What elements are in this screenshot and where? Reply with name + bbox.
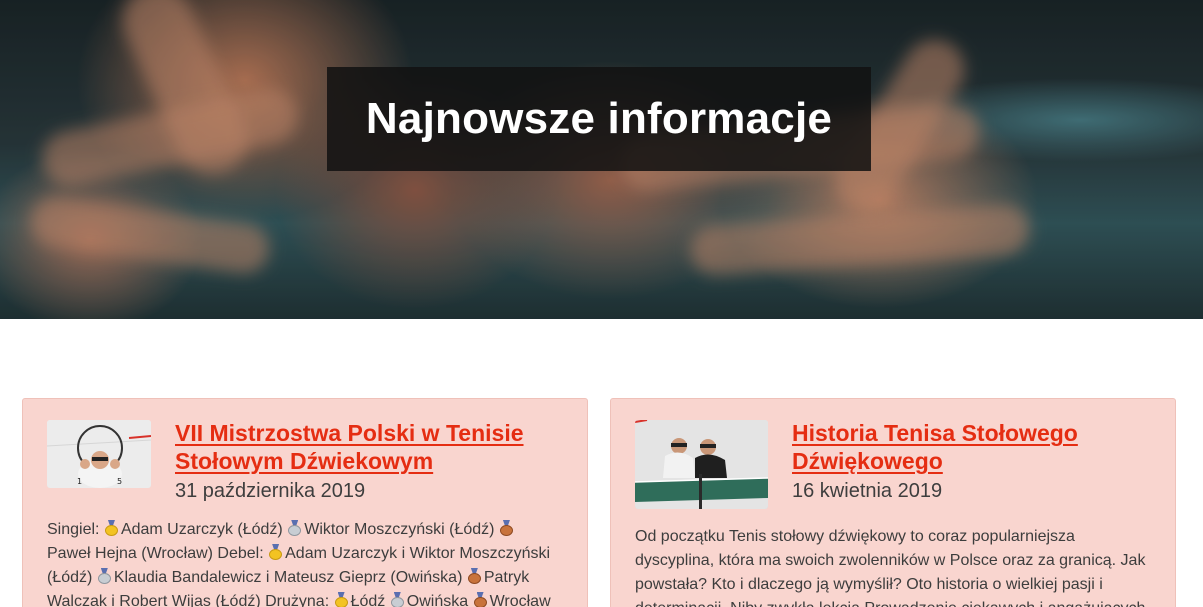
hero-banner: Najnowsze informacje [0, 0, 1203, 319]
silver-medal-icon [97, 568, 111, 584]
hero-title-box: Najnowsze informacje [327, 67, 871, 171]
news-thumbnail[interactable] [635, 420, 768, 509]
bronze-medal-icon [499, 520, 513, 536]
news-excerpt: Singiel: Adam Uzarczyk (Łódź) Wiktor Mos… [47, 518, 563, 607]
bronze-medal-icon [467, 568, 481, 584]
news-title-line: VII Mistrzostwa Polski w Tenisie [175, 420, 524, 446]
excerpt-text: Wiktor Moszczyński (Łódź) [304, 521, 495, 538]
silver-medal-icon [288, 520, 302, 536]
news-title-line: Dźwiękowego [792, 448, 943, 474]
svg-text:5: 5 [117, 477, 122, 486]
page-title: Najnowsze informacje [365, 94, 833, 143]
news-title-link[interactable]: Historia Tenisa Stołowego Dźwiękowego [792, 419, 1078, 475]
bronze-medal-icon [473, 592, 487, 607]
gold-medal-icon [334, 592, 348, 607]
table-tennis-photo-image [635, 420, 768, 509]
excerpt-text: Owińska [406, 593, 469, 607]
news-card: Historia Tenisa Stołowego Dźwiękowego 16… [610, 398, 1176, 607]
news-title-link[interactable]: VII Mistrzostwa Polski w Tenisie Stołowy… [175, 419, 524, 475]
news-excerpt: Od początku Tenis stołowy dźwiękowy to c… [635, 528, 1146, 607]
news-card-titles: Historia Tenisa Stołowego Dźwiękowego 16… [792, 419, 1078, 504]
news-date: 16 kwietnia 2019 [792, 480, 943, 502]
excerpt-text: Łódź [350, 593, 386, 607]
excerpt-text: Wrocław [489, 593, 551, 607]
news-card-header: Historia Tenisa Stołowego Dźwiękowego 16… [635, 419, 1151, 509]
gold-medal-icon [104, 520, 118, 536]
news-date: 31 października 2019 [175, 480, 366, 502]
excerpt-text: Adam Uzarczyk (Łódź) [120, 521, 283, 538]
news-title-line: Historia Tenisa Stołowego [792, 420, 1078, 446]
news-thumbnail[interactable]: 1 5 [47, 420, 151, 488]
silver-medal-icon [390, 592, 404, 607]
news-card-header: 1 5 VII Mistrzostwa Polski w Tenisie Sto… [47, 419, 563, 504]
excerpt-text: Singiel: [47, 521, 100, 538]
svg-text:1: 1 [77, 477, 82, 486]
gold-medal-icon [269, 544, 283, 560]
news-card-titles: VII Mistrzostwa Polski w Tenisie Stołowy… [175, 419, 524, 504]
excerpt-text: Paweł Hejna (Wrocław) Debel: [47, 545, 264, 562]
news-card: 1 5 VII Mistrzostwa Polski w Tenisie Sto… [22, 398, 588, 607]
player-photo-image: 1 5 [47, 420, 151, 488]
excerpt-text: Klaudia Bandalewicz i Mateusz Gieprz (Ow… [113, 569, 463, 586]
news-title-line: Stołowym Dźwiekowym [175, 448, 434, 474]
